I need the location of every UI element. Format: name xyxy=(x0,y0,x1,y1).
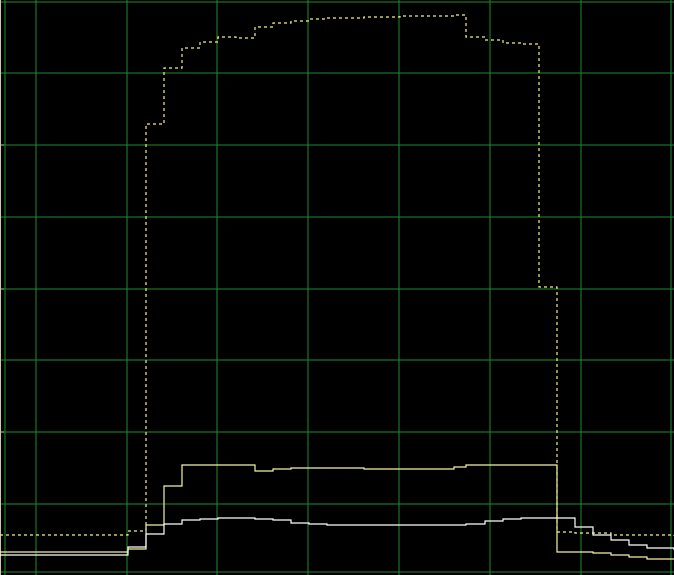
step-chart xyxy=(0,0,674,575)
plot-background xyxy=(0,0,674,575)
plot-frame xyxy=(0,0,674,575)
